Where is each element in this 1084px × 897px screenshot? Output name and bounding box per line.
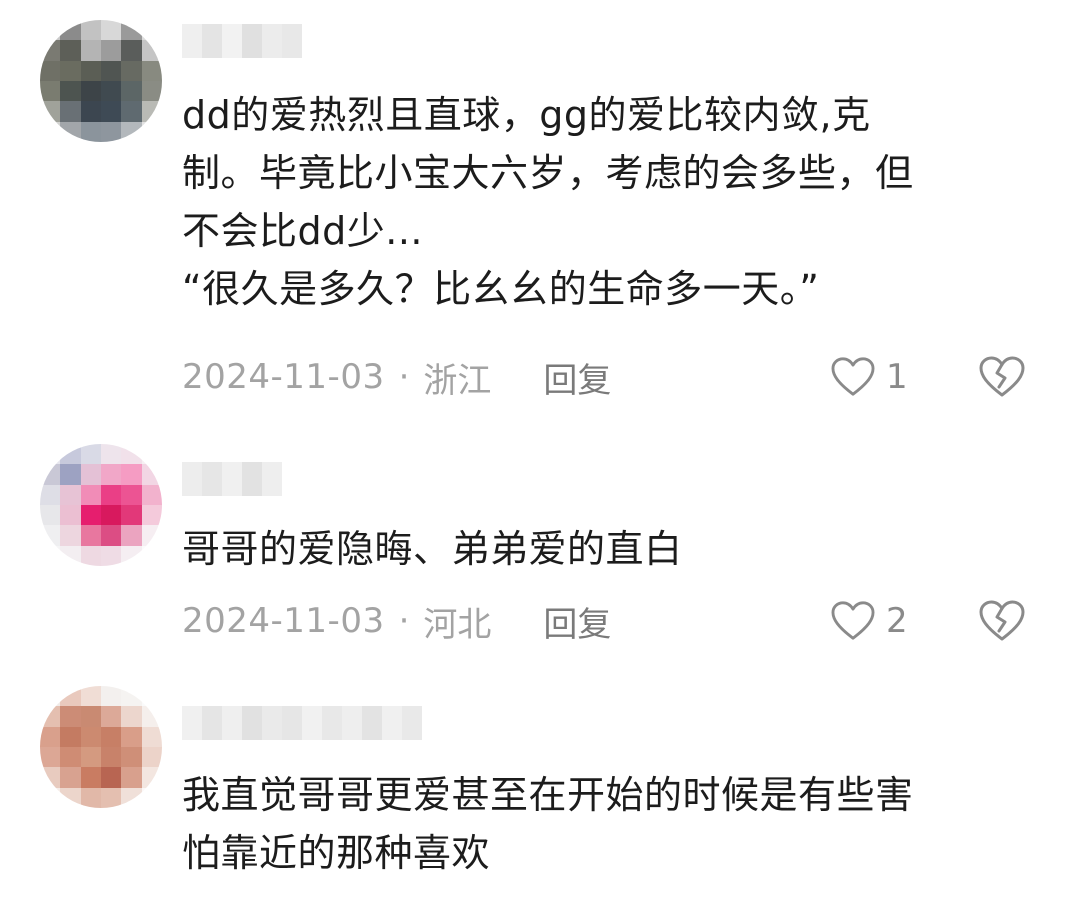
- username[interactable]: [182, 706, 422, 740]
- comment-meta: 2024-11-03 · 河北 回复: [182, 596, 1042, 646]
- comment-location: 浙江: [423, 360, 492, 401]
- like-count: 1: [886, 357, 908, 397]
- meta-separator: ·: [398, 357, 410, 397]
- broken-heart-icon: [979, 600, 1025, 641]
- username[interactable]: [182, 24, 302, 58]
- comment-text: 我直觉哥哥更爱甚至在开始的时候是有些害 怕靠近的那种喜欢: [182, 773, 914, 875]
- dislike-button[interactable]: [978, 596, 1026, 646]
- heart-outline-icon: [831, 357, 875, 396]
- dislike-button[interactable]: [978, 352, 1026, 402]
- comment-text: 哥哥的爱隐晦、弟弟爱的直白: [182, 527, 683, 571]
- meta-separator: ·: [398, 601, 410, 641]
- avatar[interactable]: [40, 686, 162, 808]
- comment-date: 2024-11-03: [182, 601, 385, 641]
- heart-outline-icon: [831, 601, 875, 640]
- like-button[interactable]: 1: [830, 352, 908, 402]
- reply-button[interactable]: 回复: [543, 353, 611, 402]
- username[interactable]: [182, 462, 282, 496]
- like-count: 2: [886, 601, 908, 641]
- avatar[interactable]: [40, 444, 162, 566]
- comment-location: 河北: [423, 604, 492, 645]
- reply-button[interactable]: 回复: [543, 597, 611, 646]
- broken-heart-icon: [979, 356, 1025, 397]
- like-button[interactable]: 2: [830, 596, 908, 646]
- comment-meta: 2024-11-03 · 浙江 回复: [182, 352, 1042, 402]
- comment-text: dd的爱热烈且直球，gg的爱比较内敛,克 制。毕竟比小宝大六岁，考虑的会多些，但…: [182, 93, 914, 311]
- comment-date: 2024-11-03: [182, 357, 385, 397]
- avatar[interactable]: [40, 20, 162, 142]
